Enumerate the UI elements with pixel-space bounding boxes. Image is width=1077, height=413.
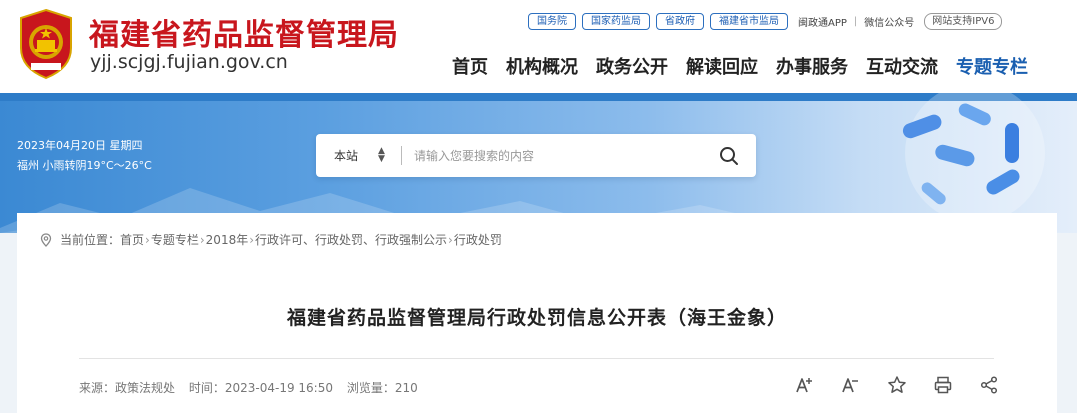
main-nav: 首页 机构概况 政务公开 解读回应 办事服务 互动交流 专题专栏 bbox=[452, 53, 1028, 79]
banner: 2023年04月20日 星期四 福州 小雨转阴19°C～26°C 本站 ▲ ▼ bbox=[0, 93, 1077, 233]
nav-interpretation[interactable]: 解读回应 bbox=[686, 53, 758, 79]
link-market-supervision[interactable]: 福建省市监局 bbox=[710, 12, 788, 30]
link-wechat[interactable]: 微信公众号 bbox=[864, 14, 914, 29]
link-nmpa[interactable]: 国家药监局 bbox=[582, 12, 650, 30]
nav-government-affairs[interactable]: 政务公开 bbox=[596, 53, 668, 79]
top-links: 国务院 国家药监局 省政府 福建省市监局 闽政通APP | 微信公众号 网站支持… bbox=[528, 12, 1003, 30]
link-minzhengtong-app[interactable]: 闽政通APP bbox=[798, 14, 847, 29]
breadcrumb-special-topics[interactable]: 专题专栏 bbox=[151, 231, 199, 248]
search-divider bbox=[401, 146, 402, 165]
article-tools bbox=[795, 375, 999, 395]
weather-info: 福州 小雨转阴19°C～26°C bbox=[17, 159, 152, 172]
article-source: 来源：政策法规处 bbox=[79, 381, 176, 395]
national-emblem-icon[interactable] bbox=[17, 8, 75, 80]
search-box: 本站 ▲ ▼ bbox=[316, 134, 756, 177]
breadcrumb-separator: › bbox=[145, 232, 150, 247]
ipv6-badge: 网站支持IPV6 bbox=[924, 12, 1003, 30]
content-card: 当前位置： 首页 › 专题专栏 › 2018年 › 行政许可、行政处罚、行政强制… bbox=[17, 213, 1057, 413]
breadcrumb-2018[interactable]: 2018年 bbox=[206, 231, 249, 248]
nav-interaction[interactable]: 互动交流 bbox=[866, 53, 938, 79]
breadcrumb-separator: › bbox=[448, 232, 453, 247]
breadcrumb-separator: › bbox=[199, 232, 205, 247]
search-scope-select[interactable]: 本站 bbox=[334, 147, 358, 164]
capsules-illustration bbox=[902, 93, 1045, 223]
link-state-council[interactable]: 国务院 bbox=[528, 12, 576, 30]
breadcrumb-prefix: 当前位置： bbox=[60, 233, 121, 247]
link-separator: | bbox=[853, 15, 858, 27]
breadcrumb-penalty[interactable]: 行政处罚 bbox=[454, 231, 502, 248]
nav-home[interactable]: 首页 bbox=[452, 53, 488, 79]
site-header: 福建省药品监督管理局 yjj.scjgj.fujian.gov.cn 国务院 国… bbox=[0, 0, 1077, 93]
nav-special-topics[interactable]: 专题专栏 bbox=[956, 53, 1028, 79]
breadcrumb-separator: › bbox=[249, 232, 255, 247]
print-icon[interactable] bbox=[933, 375, 953, 395]
breadcrumb-disclosure[interactable]: 行政许可、行政处罚、行政强制公示 bbox=[255, 231, 447, 248]
breadcrumb-home[interactable]: 首页 bbox=[120, 231, 144, 248]
nav-organization[interactable]: 机构概况 bbox=[506, 53, 578, 79]
article-views: 浏览量：210 bbox=[346, 381, 418, 395]
title-divider bbox=[79, 358, 994, 359]
article-time: 时间：2023-04-19 16:50 bbox=[188, 381, 333, 395]
share-icon[interactable] bbox=[979, 375, 999, 395]
scope-arrows-icon[interactable]: ▲ ▼ bbox=[378, 147, 385, 164]
link-provincial-gov[interactable]: 省政府 bbox=[656, 12, 704, 30]
current-date: 2023年04月20日 星期四 bbox=[17, 139, 143, 152]
nav-services[interactable]: 办事服务 bbox=[776, 53, 848, 79]
star-icon[interactable] bbox=[887, 375, 907, 395]
font-decrease-icon[interactable] bbox=[841, 375, 861, 395]
location-pin-icon bbox=[40, 232, 52, 247]
article-meta: 来源：政策法规处 时间：2023-04-19 16:50 浏览量：210 bbox=[79, 379, 428, 396]
search-input[interactable] bbox=[414, 142, 704, 169]
site-title[interactable]: 福建省药品监督管理局 bbox=[89, 10, 399, 54]
font-increase-icon[interactable] bbox=[795, 375, 815, 395]
breadcrumb: 当前位置： 首页 › 专题专栏 › 2018年 › 行政许可、行政处罚、行政强制… bbox=[39, 231, 502, 248]
article-title: 福建省药品监督管理局行政处罚信息公开表（海王金象） bbox=[286, 307, 787, 329]
site-domain: yjj.scjgj.fujian.gov.cn bbox=[90, 51, 288, 73]
search-icon[interactable] bbox=[718, 145, 740, 167]
